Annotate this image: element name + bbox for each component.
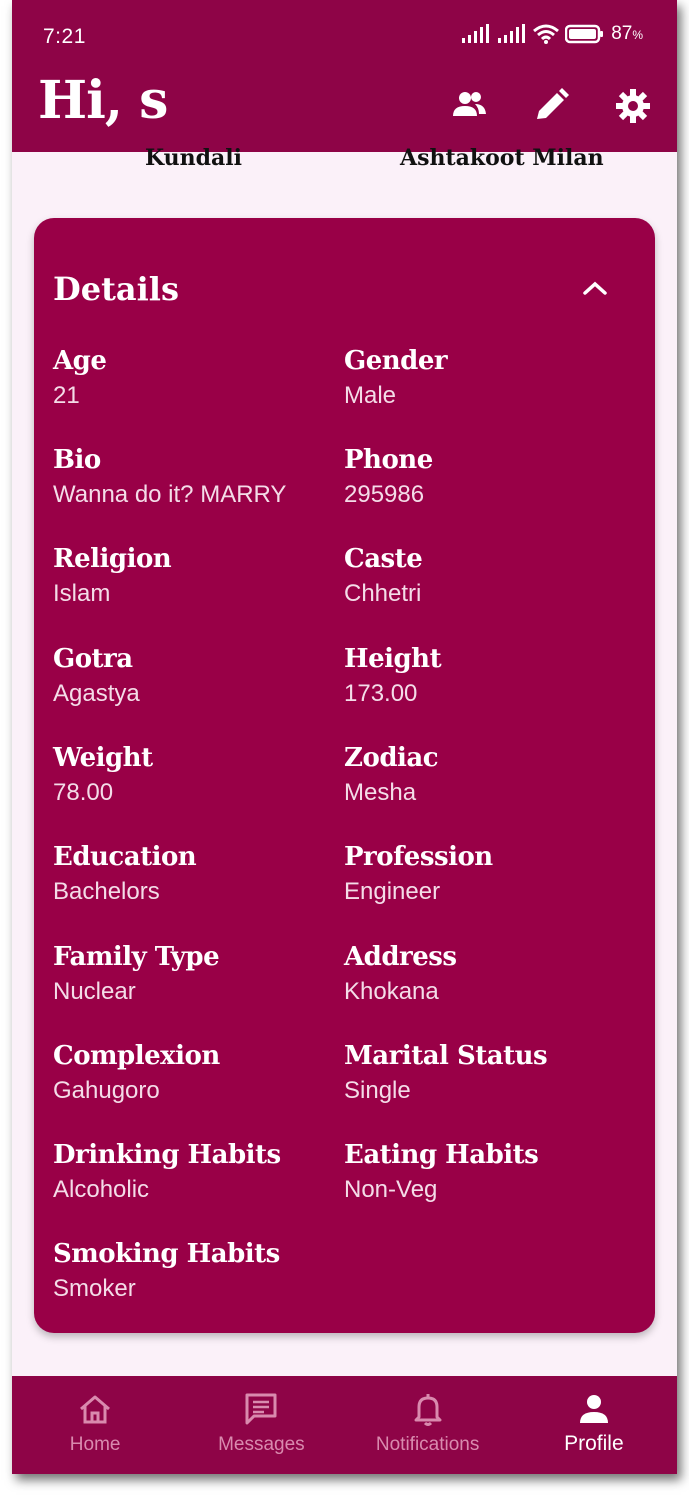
chevron-up-icon [583, 281, 607, 295]
nav-home-label: Home [69, 1434, 121, 1455]
field-gotra: Gotra Agastya [53, 641, 338, 711]
field-phone: Phone 295986 [344, 442, 629, 512]
field-label: Marital Status [344, 1041, 548, 1071]
bottom-navigation: Home Messages Notifications Profile [12, 1376, 677, 1474]
field-value: Wanna do it? MARRY [53, 481, 287, 508]
field-label: Bio [53, 445, 101, 475]
field-value: 78.00 [53, 779, 114, 806]
message-icon [245, 1393, 277, 1425]
field-label: Eating Habits [344, 1140, 539, 1170]
field-label: Caste [344, 544, 423, 574]
field-value: Single [344, 1077, 411, 1104]
field-label: Smoking Habits [53, 1239, 280, 1269]
field-label: Weight [53, 743, 153, 773]
field-zodiac: Zodiac Mesha [344, 740, 629, 810]
field-gender: Gender Male [344, 343, 629, 413]
tab-ashtakoot-milan[interactable]: Ashtakoot Milan [400, 145, 604, 171]
status-icons: 87% [461, 23, 643, 45]
field-family-type: Family Type Nuclear [53, 939, 338, 1009]
field-bio: Bio Wanna do it? MARRY [53, 442, 338, 512]
field-value: 173.00 [344, 680, 418, 707]
field-label: Phone [344, 445, 433, 475]
field-religion: Religion Islam [53, 541, 338, 611]
status-time: 7:21 [43, 25, 86, 48]
field-label: Gender [344, 346, 448, 376]
field-height: Height 173.00 [344, 641, 629, 711]
field-value: Engineer [344, 878, 441, 905]
field-label: Zodiac [344, 743, 439, 773]
field-value: Non-Veg [344, 1176, 438, 1203]
field-value: Islam [53, 580, 111, 607]
nav-home[interactable]: Home [12, 1376, 178, 1474]
field-label: Religion [53, 544, 172, 574]
signal-icon [462, 24, 490, 43]
field-smoking-habits: Smoking Habits Smoker [53, 1236, 338, 1306]
field-weight: Weight 78.00 [53, 740, 338, 810]
field-caste: Caste Chhetri [344, 541, 629, 611]
nav-notifications[interactable]: Notifications [345, 1376, 511, 1474]
nav-messages[interactable]: Messages [178, 1376, 344, 1474]
field-value: Male [344, 382, 397, 409]
field-label: Complexion [53, 1041, 220, 1071]
nav-profile-label: Profile [564, 1432, 624, 1455]
tab-kundali[interactable]: Kundali [145, 145, 242, 171]
pencil-icon[interactable] [531, 86, 571, 126]
field-value: Smoker [53, 1275, 136, 1302]
field-label: Height [344, 644, 442, 674]
field-label: Drinking Habits [53, 1140, 281, 1170]
bell-icon [414, 1394, 442, 1426]
details-title: Details [53, 270, 179, 308]
field-value: Khokana [344, 978, 439, 1005]
field-value: Chhetri [344, 580, 422, 607]
field-value: Alcoholic [53, 1176, 150, 1203]
greeting-title: Hi, s [38, 70, 168, 131]
toolbar-actions [449, 86, 653, 126]
nav-notifications-label: Notifications [375, 1434, 480, 1455]
collapse-button[interactable] [573, 266, 617, 310]
people-icon[interactable] [449, 86, 489, 126]
field-value: Agastya [53, 680, 140, 707]
field-value: Bachelors [53, 878, 160, 905]
nav-messages-label: Messages [218, 1434, 305, 1455]
nav-profile[interactable]: Profile [511, 1376, 677, 1474]
battery-percent: 87 [611, 23, 633, 44]
top-app-bar: 7:21 87% Hi, s [12, 0, 677, 152]
app-screen: 7:21 87% Hi, s Kundali Ashtakoot Milan D… [12, 0, 677, 1474]
field-label: Gotra [53, 644, 133, 674]
field-value: Gahugoro [53, 1077, 160, 1104]
field-value: Nuclear [53, 978, 136, 1005]
field-value: Mesha [344, 779, 417, 806]
person-icon [579, 1395, 608, 1423]
field-eating-habits: Eating Habits Non-Veg [344, 1137, 629, 1207]
field-label: Education [53, 842, 197, 872]
field-label: Address [344, 942, 457, 972]
profile-tabs: Kundali Ashtakoot Milan [12, 145, 677, 185]
field-address: Address Khokana [344, 939, 629, 1009]
battery-icon [565, 24, 604, 44]
field-age: Age 21 [53, 343, 338, 413]
home-icon [80, 1395, 111, 1424]
field-label: Profession [344, 842, 493, 872]
field-complexion: Complexion Gahugoro [53, 1038, 338, 1108]
field-education: Education Bachelors [53, 839, 338, 909]
field-label: Age [53, 346, 107, 376]
signal-icon-2 [498, 24, 526, 43]
field-value: 21 [53, 382, 80, 409]
field-value: 295986 [344, 481, 425, 508]
gear-icon[interactable] [613, 86, 653, 126]
details-card: Details Age 21 Gender Male Bio Wanna do it?… [34, 218, 655, 1333]
field-profession: Profession Engineer [344, 839, 629, 909]
battery-level: 87% [611, 23, 643, 45]
battery-unit: % [632, 28, 643, 42]
field-drinking-habits: Drinking Habits Alcoholic [53, 1137, 338, 1207]
field-marital-status: Marital Status Single [344, 1038, 629, 1108]
field-label: Family Type [53, 942, 220, 972]
wifi-icon [533, 24, 560, 44]
